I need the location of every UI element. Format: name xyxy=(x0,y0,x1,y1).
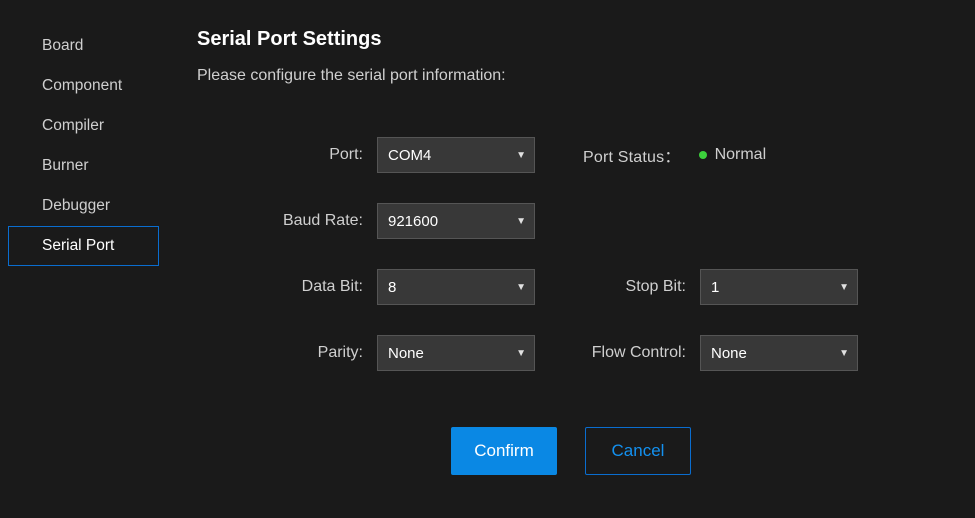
stop-bit-value: 1 xyxy=(711,279,839,296)
confirm-button-label: Confirm xyxy=(474,441,534,461)
main-panel: Serial Port Settings Please configure th… xyxy=(167,0,975,518)
flow-control-label: Flow Control: xyxy=(535,344,700,362)
chevron-down-icon: ▼ xyxy=(839,282,849,293)
page-subtitle: Please configure the serial port informa… xyxy=(197,67,945,85)
parity-select[interactable]: None ▼ xyxy=(377,335,535,371)
sidebar: Board Component Compiler Burner Debugger… xyxy=(0,0,167,518)
page-title: Serial Port Settings xyxy=(197,28,945,51)
stop-bit-select[interactable]: 1 ▼ xyxy=(700,269,858,305)
row-data-stop-bit: Data Bit: 8 ▼ Stop Bit: 1 ▼ xyxy=(197,269,945,305)
cancel-button-label: Cancel xyxy=(612,441,665,461)
sidebar-item-burner[interactable]: Burner xyxy=(8,146,159,186)
confirm-button[interactable]: Confirm xyxy=(451,427,557,475)
sidebar-item-label: Compiler xyxy=(42,117,104,135)
row-parity-flow: Parity: None ▼ Flow Control: None ▼ xyxy=(197,335,945,371)
port-status-value: Normal xyxy=(715,146,767,164)
cancel-button[interactable]: Cancel xyxy=(585,427,691,475)
sidebar-item-label: Burner xyxy=(42,157,89,175)
baud-rate-value: 921600 xyxy=(388,213,516,230)
data-bit-value: 8 xyxy=(388,279,516,296)
chevron-down-icon: ▼ xyxy=(839,348,849,359)
sidebar-item-label: Component xyxy=(42,77,122,95)
baud-rate-label: Baud Rate: xyxy=(197,212,377,230)
data-bit-label: Data Bit: xyxy=(197,278,377,296)
sidebar-item-debugger[interactable]: Debugger xyxy=(8,186,159,226)
chevron-down-icon: ▼ xyxy=(516,348,526,359)
sidebar-item-label: Board xyxy=(42,37,83,55)
chevron-down-icon: ▼ xyxy=(516,216,526,227)
port-status-label: Port Status： xyxy=(583,143,681,167)
port-status-group: Port Status： Normal xyxy=(583,143,766,167)
sidebar-item-label: Serial Port xyxy=(42,237,114,255)
data-bit-select[interactable]: 8 ▼ xyxy=(377,269,535,305)
chevron-down-icon: ▼ xyxy=(516,150,526,161)
sidebar-item-board[interactable]: Board xyxy=(8,26,159,66)
button-row: Confirm Cancel xyxy=(197,427,945,475)
flow-control-value: None xyxy=(711,345,839,362)
row-port: Port: COM4 ▼ Port Status： Normal xyxy=(197,137,945,173)
chevron-down-icon: ▼ xyxy=(516,282,526,293)
sidebar-item-component[interactable]: Component xyxy=(8,66,159,106)
parity-value: None xyxy=(388,345,516,362)
stop-bit-label: Stop Bit: xyxy=(535,278,700,296)
status-dot-icon xyxy=(699,151,707,159)
flow-control-select[interactable]: None ▼ xyxy=(700,335,858,371)
sidebar-item-compiler[interactable]: Compiler xyxy=(8,106,159,146)
port-select[interactable]: COM4 ▼ xyxy=(377,137,535,173)
sidebar-item-serial-port[interactable]: Serial Port xyxy=(8,226,159,266)
row-baud-rate: Baud Rate: 921600 ▼ xyxy=(197,203,945,239)
port-label: Port: xyxy=(197,146,377,164)
parity-label: Parity: xyxy=(197,344,377,362)
port-value: COM4 xyxy=(388,147,516,164)
sidebar-item-label: Debugger xyxy=(42,197,110,215)
baud-rate-select[interactable]: 921600 ▼ xyxy=(377,203,535,239)
